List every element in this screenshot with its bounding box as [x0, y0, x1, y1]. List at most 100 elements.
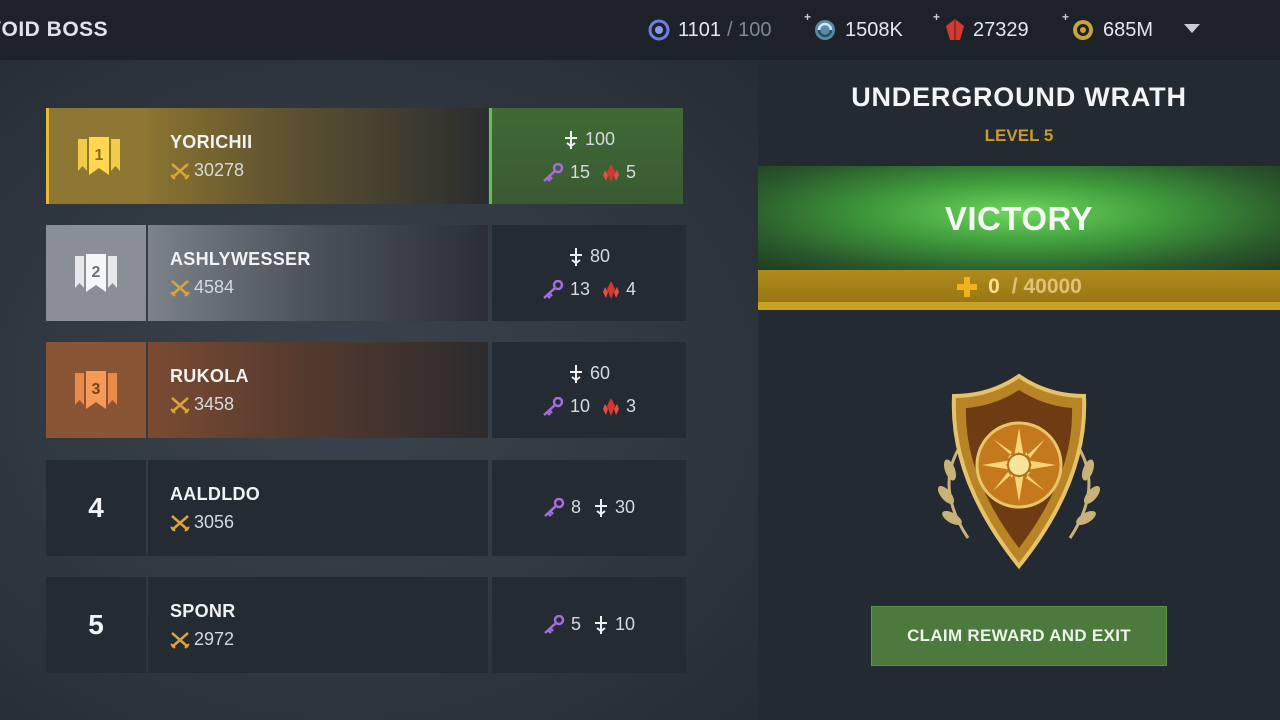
score-value: 2972 [194, 629, 235, 649]
rank-badge: 2 [46, 225, 146, 321]
leaderboard-panel: 1 YORICHII 30278 100 15 5 2 ASHLYWESSER … [0, 60, 758, 720]
reward-stats: 100 15 5 [489, 108, 683, 204]
crystals-value: 5 [626, 162, 637, 182]
key-icon [543, 162, 564, 182]
reward-stats: 60 10 3 [492, 342, 686, 438]
score-value: 4584 [194, 277, 235, 297]
gold-coin-icon [1073, 20, 1093, 40]
claim-reward-button[interactable]: CLAIM REWARD AND EXIT [871, 606, 1167, 666]
gem-icon [946, 19, 964, 40]
crystal-icon [603, 163, 619, 182]
silver-value: 1508K [845, 18, 903, 41]
rank-badge: 1 [46, 108, 149, 204]
crystal-icon [603, 280, 619, 299]
player-score: 3458 [170, 394, 234, 415]
rank-number: 3 [92, 381, 101, 398]
player-name: RUKOLA [170, 366, 249, 386]
crossed-swords-icon [170, 514, 190, 532]
energy-value: 1101 [678, 18, 722, 41]
score-value: 3458 [194, 394, 235, 414]
player-info: SPONR 2972 [148, 577, 488, 673]
silver-resource[interactable]: 1508K [813, 16, 903, 44]
player-score: 30278 [170, 160, 244, 181]
victory-text: VICTORY [944, 200, 1094, 237]
key-icon [543, 279, 564, 299]
reward-stats: 8 30 [492, 460, 686, 556]
score-value: 30278 [194, 160, 245, 180]
add-gold-icon[interactable]: + [1062, 10, 1069, 24]
player-score: 2972 [170, 629, 234, 650]
result-panel: UNDERGROUND WRATH LEVEL 5 VICTORY 0 / 40… [758, 60, 1280, 720]
reward-progress-bar: 0 / 40000 [758, 270, 1280, 310]
energy-max: / 100 [727, 18, 772, 41]
score-value: 3056 [194, 512, 235, 532]
key-icon [544, 497, 565, 517]
leaderboard-row[interactable]: 4 AALDLDO 3056 8 30 [46, 460, 686, 556]
attack-value: 30 [614, 497, 636, 517]
progress-max: / 40000 [1011, 275, 1082, 298]
crossed-swords-icon [170, 162, 190, 180]
victory-banner: VICTORY [758, 166, 1280, 270]
gold-resource[interactable]: 685M [1071, 16, 1153, 44]
plus-icon [957, 277, 978, 297]
player-score: 3056 [170, 512, 234, 533]
bronze-banner-icon: 3 [75, 371, 117, 409]
rank-number: 2 [92, 264, 101, 281]
keys-value: 13 [569, 279, 590, 299]
gems-resource[interactable]: 27329 [945, 16, 1029, 44]
crystal-icon [603, 397, 619, 416]
key-icon [543, 396, 564, 416]
progress-current: 0 [988, 275, 1000, 298]
chevron-down-icon[interactable] [1184, 24, 1200, 33]
gold-banner-icon: 1 [78, 137, 120, 175]
attack-icon [564, 130, 577, 149]
keys-value: 10 [569, 396, 590, 416]
leaderboard-row[interactable]: 5 SPONR 2972 5 10 [46, 577, 686, 673]
player-info: ASHLYWESSER 4584 [148, 225, 488, 321]
attack-icon [569, 247, 582, 266]
silver-banner-icon: 2 [75, 254, 117, 292]
rank-badge: 3 [46, 342, 146, 438]
attack-value: 60 [589, 363, 611, 383]
boss-name: UNDERGROUND WRATH [851, 82, 1187, 112]
shield-emblem-icon [937, 373, 1101, 570]
player-info: RUKOLA 3458 [148, 342, 488, 438]
reward-stats: 80 13 4 [492, 225, 686, 321]
crossed-swords-icon [170, 396, 190, 414]
crystals-value: 4 [626, 279, 637, 299]
keys-value: 15 [569, 162, 590, 182]
rank-number: 1 [95, 147, 104, 164]
boss-level: LEVEL 5 [984, 126, 1054, 145]
player-score: 4584 [170, 277, 234, 298]
top-bar: VOID BOSS 1101 / 100 + 1508K + 27329 + [0, 0, 1280, 60]
key-icon [544, 614, 565, 634]
attack-value: 10 [614, 614, 636, 634]
screen-title: VOID BOSS [0, 18, 109, 41]
player-name: ASHLYWESSER [170, 249, 311, 269]
silver-icon [815, 20, 835, 40]
add-silver-icon[interactable]: + [804, 10, 811, 24]
energy-icon [648, 19, 670, 41]
leaderboard-row[interactable]: 1 YORICHII 30278 100 15 5 [46, 108, 686, 204]
attack-icon [594, 615, 607, 634]
energy-resource[interactable]: 1101 / 100 [648, 16, 772, 44]
attack-icon [569, 364, 582, 383]
attack-value: 100 [584, 129, 616, 149]
crossed-swords-icon [170, 279, 190, 297]
crossed-swords-icon [170, 631, 190, 649]
add-gems-icon[interactable]: + [933, 10, 940, 24]
leaderboard-row[interactable]: 2 ASHLYWESSER 4584 80 13 4 [46, 225, 686, 321]
gold-value: 685M [1103, 18, 1154, 41]
attack-value: 80 [589, 246, 611, 266]
player-name: SPONR [170, 601, 236, 621]
keys-value: 8 [570, 497, 581, 517]
player-name: YORICHII [170, 132, 253, 152]
player-name: AALDLDO [170, 484, 261, 504]
rank-number: 4 [46, 460, 146, 556]
reward-stats: 5 10 [492, 577, 686, 673]
player-info: AALDLDO 3056 [148, 460, 488, 556]
keys-value: 5 [570, 614, 581, 634]
crystals-value: 3 [626, 396, 637, 416]
rank-number: 5 [46, 577, 146, 673]
leaderboard-row[interactable]: 3 RUKOLA 3458 60 10 3 [46, 342, 686, 438]
